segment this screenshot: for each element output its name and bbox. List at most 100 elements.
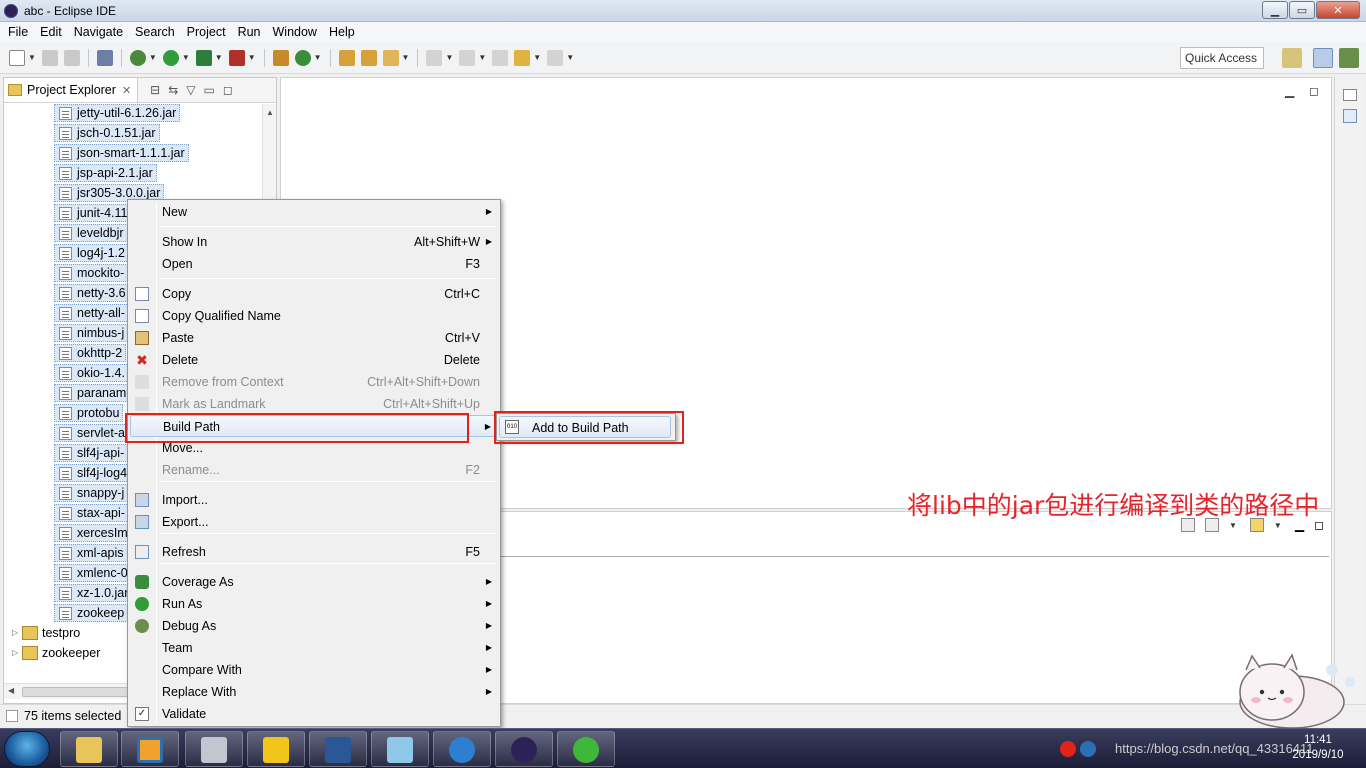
back-icon[interactable]	[514, 49, 531, 66]
menu-item-delete[interactable]: ✖ Delete Delete	[130, 349, 498, 371]
tree-item-jar[interactable]: snappy-j	[54, 484, 129, 502]
menu-item-import[interactable]: Import...	[130, 489, 498, 511]
taskbar-app-6[interactable]	[371, 731, 429, 767]
tree-item-jar[interactable]: servlet-a	[54, 424, 129, 442]
outline-icon[interactable]	[1343, 109, 1357, 123]
taskbar-wechat[interactable]	[557, 731, 615, 767]
tray-sogou-icon[interactable]	[1060, 741, 1076, 757]
open-type-icon[interactable]	[338, 49, 355, 66]
menu-navigate[interactable]: Navigate	[68, 25, 129, 39]
start-button[interactable]	[4, 731, 50, 767]
taskbar-word[interactable]	[309, 731, 367, 767]
forward-icon[interactable]	[547, 49, 564, 66]
taskbar-app-2[interactable]	[121, 731, 179, 767]
menu-run[interactable]: Run	[232, 25, 267, 39]
menu-item-open[interactable]: Open F3	[130, 253, 498, 275]
tree-item-jar[interactable]: zookeep	[54, 604, 129, 622]
coverage-icon[interactable]	[195, 49, 212, 66]
menu-item-replace-with[interactable]: Replace With ▶	[130, 681, 498, 703]
run-icon[interactable]	[162, 49, 179, 66]
menu-file[interactable]: File	[2, 25, 34, 39]
open-perspective-icon[interactable]	[1282, 48, 1302, 68]
close-button[interactable]: ✕	[1316, 1, 1360, 19]
tree-item-jar[interactable]: jetty-util-6.1.26.jar	[54, 104, 181, 122]
tree-item-project[interactable]: ▷ testpro	[12, 624, 80, 642]
menu-item-export[interactable]: Export...	[130, 511, 498, 533]
taskbar-eclipse[interactable]	[495, 731, 553, 767]
new-icon[interactable]	[9, 49, 25, 66]
minimize-button[interactable]: ▁	[1262, 1, 1288, 19]
expand-icon[interactable]: ▷	[12, 624, 22, 642]
restore-icon[interactable]	[1343, 89, 1357, 101]
tree-item-project[interactable]: ▷ zookeeper	[12, 644, 100, 662]
tree-item-jar[interactable]: leveldbjr	[54, 224, 128, 242]
expand-icon[interactable]: ▷	[12, 644, 22, 662]
link-editor-icon[interactable]: ⇆	[168, 83, 178, 97]
debug-perspective-icon[interactable]	[1339, 48, 1359, 68]
next-annotation-icon[interactable]	[426, 49, 443, 66]
close-icon[interactable]: ✕	[122, 84, 131, 97]
tree-item-jar[interactable]: xmlenc-0	[54, 564, 132, 582]
quick-access-input[interactable]: Quick Access	[1180, 47, 1264, 69]
menu-item-show-in[interactable]: Show In Alt+Shift+W ▶	[130, 231, 498, 253]
tree-item-jar[interactable]: xz-1.0.jar	[54, 584, 133, 602]
tree-item-jar[interactable]: okio-1.4.	[54, 364, 129, 382]
clock[interactable]: 11:41 2019/9/10	[1288, 733, 1348, 763]
collapse-all-icon[interactable]: ⊟	[150, 83, 160, 97]
prev-annotation-icon[interactable]	[459, 49, 476, 66]
menu-item-refresh[interactable]: Refresh F5	[130, 541, 498, 563]
tree-item-jar[interactable]: json-smart-1.1.1.jar	[54, 144, 189, 162]
open-task-icon[interactable]	[360, 49, 377, 66]
view-menu-icon[interactable]: ▽	[186, 83, 195, 97]
taskbar-player[interactable]	[247, 731, 305, 767]
tree-item-jar[interactable]: nimbus-j	[54, 324, 129, 342]
tab-project-explorer[interactable]: Project Explorer ✕	[4, 78, 139, 102]
save-all-icon[interactable]	[63, 49, 80, 66]
tree-item-jar[interactable]: okhttp-2	[54, 344, 127, 362]
tree-item-jar[interactable]: slf4j-log4	[54, 464, 132, 482]
menu-item-team[interactable]: Team ▶	[130, 637, 498, 659]
last-edit-icon[interactable]	[492, 49, 509, 66]
tree-item-jar[interactable]: paranam	[54, 384, 131, 402]
menu-item-run-as[interactable]: Run As ▶	[130, 593, 498, 615]
menu-item-copy-qualified-name[interactable]: Copy Qualified Name	[130, 305, 498, 327]
menu-item-validate[interactable]: ✓ Validate	[130, 703, 498, 725]
tray-help-icon[interactable]	[1080, 741, 1096, 757]
tree-item-jar[interactable]: xercesIm	[54, 524, 132, 542]
minimize-view-icon[interactable]: ▭	[204, 83, 215, 97]
tree-item-jar[interactable]: slf4j-api-	[54, 444, 129, 462]
taskbar-explorer[interactable]	[60, 731, 118, 767]
tree-item-jar[interactable]: protobu	[54, 404, 124, 422]
menu-project[interactable]: Project	[181, 25, 232, 39]
menu-help[interactable]: Help	[323, 25, 361, 39]
taskbar-sogou[interactable]	[433, 731, 491, 767]
tree-item-jar[interactable]: netty-3.6	[54, 284, 130, 302]
save-icon[interactable]	[41, 49, 58, 66]
new-java-package-icon[interactable]	[272, 49, 289, 66]
menu-item-coverage-as[interactable]: Coverage As ▶	[130, 571, 498, 593]
menu-item-copy[interactable]: Copy Ctrl+C	[130, 283, 498, 305]
skip-breakpoints-icon[interactable]	[96, 49, 113, 66]
menu-window[interactable]: Window	[267, 25, 323, 39]
tree-item-jar[interactable]: mockito-	[54, 264, 129, 282]
menu-item-compare-with[interactable]: Compare With ▶	[130, 659, 498, 681]
menu-search[interactable]: Search	[129, 25, 181, 39]
new-java-class-icon[interactable]	[294, 49, 311, 66]
search-icon[interactable]	[382, 49, 399, 66]
tree-item-jar[interactable]: netty-all-	[54, 304, 129, 322]
tree-item-jar[interactable]: junit-4.11	[54, 204, 132, 222]
menu-item-paste[interactable]: Paste Ctrl+V	[130, 327, 498, 349]
tree-item-jar[interactable]: log4j-1.2	[54, 244, 129, 262]
tree-item-jar[interactable]: xml-apis	[54, 544, 128, 562]
menu-item-debug-as[interactable]: Debug As ▶	[130, 615, 498, 637]
tree-item-jar[interactable]: jsch-0.1.51.jar	[54, 124, 160, 142]
editor-minimize-icon[interactable]: ▁	[1285, 84, 1294, 98]
editor-maximize-icon[interactable]: ◻	[1309, 84, 1319, 98]
maximize-button[interactable]: ▭	[1289, 1, 1315, 19]
maximize-view-icon[interactable]: ◻	[223, 83, 233, 97]
menu-edit[interactable]: Edit	[34, 25, 68, 39]
taskbar-app-3[interactable]	[185, 731, 243, 767]
external-tools-icon[interactable]	[228, 49, 245, 66]
tree-item-jar[interactable]: stax-api-	[54, 504, 129, 522]
java-perspective-icon[interactable]	[1313, 48, 1333, 68]
